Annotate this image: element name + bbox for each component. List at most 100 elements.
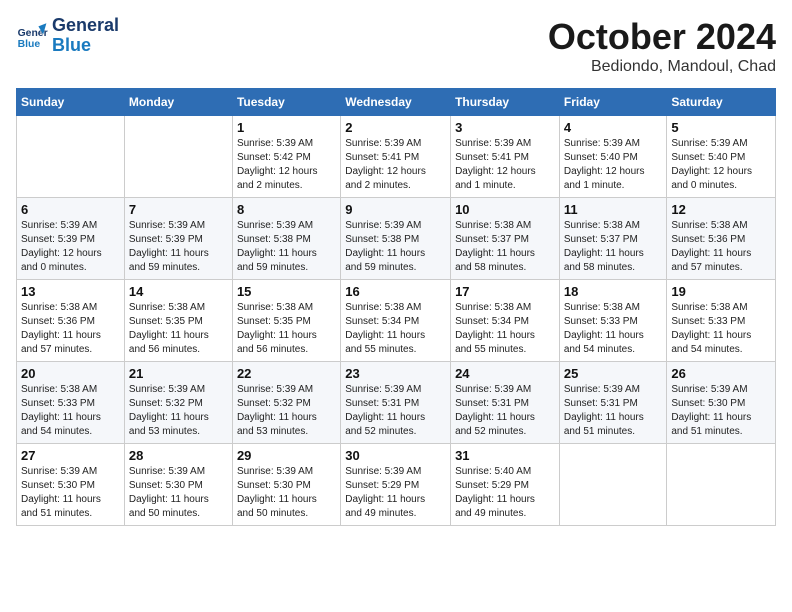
day-detail: Sunrise: 5:38 AM Sunset: 5:33 PM Dayligh… [564, 301, 663, 357]
location-title: Bediondo, Mandoul, Chad [548, 58, 776, 76]
calendar-cell [559, 444, 667, 526]
month-title: October 2024 [548, 16, 776, 58]
day-detail: Sunrise: 5:39 AM Sunset: 5:30 PM Dayligh… [237, 465, 336, 521]
day-number: 12 [671, 202, 771, 217]
day-detail: Sunrise: 5:39 AM Sunset: 5:40 PM Dayligh… [564, 137, 663, 193]
calendar-cell: 23 Sunrise: 5:39 AM Sunset: 5:31 PM Dayli… [341, 362, 451, 444]
day-detail: Sunrise: 5:38 AM Sunset: 5:36 PM Dayligh… [671, 219, 771, 275]
calendar-cell: 29Sunrise: 5:39 AM Sunset: 5:30 PM Dayli… [232, 444, 340, 526]
day-number: 15 [237, 284, 336, 299]
day-detail: Sunrise: 5:39 AM Sunset: 5:30 PM Dayligh… [129, 465, 228, 521]
day-number: 1 [237, 120, 336, 135]
weekday-header-monday: Monday [124, 89, 232, 116]
calendar-cell: 17 Sunrise: 5:38 AM Sunset: 5:34 PM Dayli… [451, 280, 560, 362]
day-detail: Sunrise: 5:38 AM Sunset: 5:33 PM Dayligh… [671, 301, 771, 357]
calendar-cell: 27 Sunrise: 5:39 AM Sunset: 5:30 PM Dayli… [17, 444, 125, 526]
weekday-header-wednesday: Wednesday [341, 89, 451, 116]
calendar-cell: 12 Sunrise: 5:38 AM Sunset: 5:36 PM Dayli… [667, 198, 776, 280]
weekday-header-row: SundayMondayTuesdayWednesdayThursdayFrid… [17, 89, 776, 116]
calendar-cell: 20 Sunrise: 5:38 AM Sunset: 5:33 PM Dayli… [17, 362, 125, 444]
day-detail: Sunrise: 5:39 AM Sunset: 5:39 PM Dayligh… [21, 219, 120, 275]
svg-text:Blue: Blue [18, 39, 41, 50]
day-detail: Sunrise: 5:38 AM Sunset: 5:35 PM Dayligh… [237, 301, 336, 357]
day-number: 21 [129, 366, 228, 381]
calendar-cell: 2 Sunrise: 5:39 AM Sunset: 5:41 PM Daylig… [341, 116, 451, 198]
calendar-cell: 3Sunrise: 5:39 AM Sunset: 5:41 PM Daylig… [451, 116, 560, 198]
day-number: 17 [455, 284, 555, 299]
logo: General Blue General Blue [16, 16, 119, 56]
page-header: General Blue General Blue October 2024 B… [16, 16, 776, 76]
day-detail: Sunrise: 5:39 AM Sunset: 5:31 PM Dayligh… [455, 383, 555, 439]
calendar-cell: 26 Sunrise: 5:39 AM Sunset: 5:30 PM Dayli… [667, 362, 776, 444]
day-detail: Sunrise: 5:40 AM Sunset: 5:29 PM Dayligh… [455, 465, 555, 521]
calendar-cell: 16Sunrise: 5:38 AM Sunset: 5:34 PM Dayli… [341, 280, 451, 362]
day-detail: Sunrise: 5:38 AM Sunset: 5:37 PM Dayligh… [455, 219, 555, 275]
weekday-header-sunday: Sunday [17, 89, 125, 116]
title-area: October 2024 Bediondo, Mandoul, Chad [548, 16, 776, 76]
day-number: 19 [671, 284, 771, 299]
day-number: 7 [129, 202, 228, 217]
day-number: 2 [345, 120, 446, 135]
calendar-cell [124, 116, 232, 198]
day-number: 18 [564, 284, 663, 299]
day-detail: Sunrise: 5:39 AM Sunset: 5:41 PM Dayligh… [345, 137, 446, 193]
day-number: 3 [455, 120, 555, 135]
logo-text-general: General [52, 16, 119, 36]
calendar-cell: 1 Sunrise: 5:39 AM Sunset: 5:42 PM Daylig… [232, 116, 340, 198]
day-detail: Sunrise: 5:38 AM Sunset: 5:36 PM Dayligh… [21, 301, 120, 357]
day-detail: Sunrise: 5:38 AM Sunset: 5:33 PM Dayligh… [21, 383, 120, 439]
calendar-cell: 25Sunrise: 5:39 AM Sunset: 5:31 PM Dayli… [559, 362, 667, 444]
day-number: 8 [237, 202, 336, 217]
day-number: 27 [21, 448, 120, 463]
day-number: 4 [564, 120, 663, 135]
day-number: 14 [129, 284, 228, 299]
day-detail: Sunrise: 5:39 AM Sunset: 5:38 PM Dayligh… [237, 219, 336, 275]
day-number: 25 [564, 366, 663, 381]
weekday-header-friday: Friday [559, 89, 667, 116]
day-detail: Sunrise: 5:38 AM Sunset: 5:34 PM Dayligh… [345, 301, 446, 357]
calendar-cell: 31Sunrise: 5:40 AM Sunset: 5:29 PM Dayli… [451, 444, 560, 526]
calendar-cell: 30Sunrise: 5:39 AM Sunset: 5:29 PM Dayli… [341, 444, 451, 526]
day-number: 6 [21, 202, 120, 217]
day-detail: Sunrise: 5:39 AM Sunset: 5:38 PM Dayligh… [345, 219, 446, 275]
week-row-2: 6 Sunrise: 5:39 AM Sunset: 5:39 PM Daylig… [17, 198, 776, 280]
week-row-5: 27 Sunrise: 5:39 AM Sunset: 5:30 PM Dayli… [17, 444, 776, 526]
day-detail: Sunrise: 5:39 AM Sunset: 5:39 PM Dayligh… [129, 219, 228, 275]
calendar-cell: 9Sunrise: 5:39 AM Sunset: 5:38 PM Daylig… [341, 198, 451, 280]
calendar-cell [667, 444, 776, 526]
day-number: 5 [671, 120, 771, 135]
calendar-cell: 24 Sunrise: 5:39 AM Sunset: 5:31 PM Dayli… [451, 362, 560, 444]
day-detail: Sunrise: 5:39 AM Sunset: 5:30 PM Dayligh… [21, 465, 120, 521]
logo-text-blue: Blue [52, 36, 119, 56]
day-detail: Sunrise: 5:39 AM Sunset: 5:42 PM Dayligh… [237, 137, 336, 193]
day-number: 24 [455, 366, 555, 381]
week-row-1: 1 Sunrise: 5:39 AM Sunset: 5:42 PM Daylig… [17, 116, 776, 198]
day-number: 11 [564, 202, 663, 217]
calendar-cell: 11 Sunrise: 5:38 AM Sunset: 5:37 PM Dayli… [559, 198, 667, 280]
calendar-cell: 15 Sunrise: 5:38 AM Sunset: 5:35 PM Dayli… [232, 280, 340, 362]
calendar-cell: 22Sunrise: 5:39 AM Sunset: 5:32 PM Dayli… [232, 362, 340, 444]
day-number: 26 [671, 366, 771, 381]
day-number: 28 [129, 448, 228, 463]
calendar-cell: 19 Sunrise: 5:38 AM Sunset: 5:33 PM Dayli… [667, 280, 776, 362]
calendar-cell: 14Sunrise: 5:38 AM Sunset: 5:35 PM Dayli… [124, 280, 232, 362]
calendar-cell: 6 Sunrise: 5:39 AM Sunset: 5:39 PM Daylig… [17, 198, 125, 280]
day-number: 10 [455, 202, 555, 217]
day-number: 20 [21, 366, 120, 381]
day-number: 23 [345, 366, 446, 381]
weekday-header-saturday: Saturday [667, 89, 776, 116]
calendar-table: SundayMondayTuesdayWednesdayThursdayFrid… [16, 88, 776, 526]
day-detail: Sunrise: 5:38 AM Sunset: 5:34 PM Dayligh… [455, 301, 555, 357]
weekday-header-tuesday: Tuesday [232, 89, 340, 116]
weekday-header-thursday: Thursday [451, 89, 560, 116]
calendar-cell: 10 Sunrise: 5:38 AM Sunset: 5:37 PM Dayli… [451, 198, 560, 280]
calendar-cell: 7 Sunrise: 5:39 AM Sunset: 5:39 PM Daylig… [124, 198, 232, 280]
day-detail: Sunrise: 5:38 AM Sunset: 5:37 PM Dayligh… [564, 219, 663, 275]
day-number: 30 [345, 448, 446, 463]
day-detail: Sunrise: 5:39 AM Sunset: 5:30 PM Dayligh… [671, 383, 771, 439]
calendar-cell: 5Sunrise: 5:39 AM Sunset: 5:40 PM Daylig… [667, 116, 776, 198]
calendar-cell: 18 Sunrise: 5:38 AM Sunset: 5:33 PM Dayli… [559, 280, 667, 362]
day-detail: Sunrise: 5:39 AM Sunset: 5:31 PM Dayligh… [345, 383, 446, 439]
calendar-cell [17, 116, 125, 198]
calendar-cell: 4 Sunrise: 5:39 AM Sunset: 5:40 PM Daylig… [559, 116, 667, 198]
